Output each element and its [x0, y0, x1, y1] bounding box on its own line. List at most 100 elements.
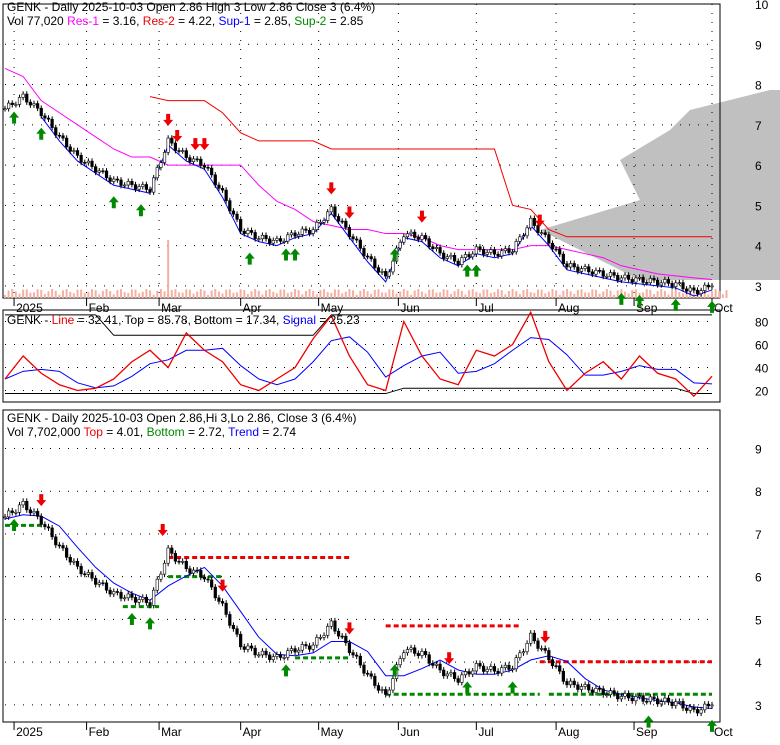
candle-body [130, 181, 134, 185]
volume-bar [40, 289, 43, 298]
candle-body [630, 279, 634, 283]
volume-bar [486, 289, 489, 298]
candle-body [634, 277, 638, 283]
candle-body [7, 510, 11, 518]
candle-body [57, 544, 61, 547]
candle-body [627, 274, 631, 280]
volume-bar [134, 289, 137, 298]
candle-body [474, 663, 478, 672]
volume-bar [678, 291, 681, 298]
volume-bar [112, 294, 115, 298]
candle-body [420, 651, 424, 656]
candle-body [166, 547, 170, 564]
candle-body [481, 665, 486, 672]
volume-bar [330, 292, 333, 298]
volume-bar [210, 290, 213, 298]
candle-body [112, 591, 116, 595]
volume-bar [47, 291, 50, 298]
candle-body [594, 688, 598, 693]
volume-bar [377, 289, 380, 298]
candle-body [83, 573, 87, 576]
volume-bar [507, 290, 510, 298]
volume-bar [91, 289, 94, 298]
candle-body [54, 127, 58, 136]
candle-body [685, 288, 689, 292]
volume-bar [105, 289, 108, 298]
candle-body [442, 669, 446, 677]
volume-bar [341, 293, 344, 298]
candle-body [322, 635, 326, 638]
candle-body [300, 644, 304, 651]
volume-bar [43, 294, 46, 298]
candle-body [579, 686, 584, 690]
volume-bar [569, 291, 572, 298]
volume-bar [236, 292, 239, 298]
y-tick-label: 8 [755, 485, 762, 499]
candle-body [438, 247, 442, 254]
volume-bar [544, 293, 547, 298]
volume-bar [631, 289, 634, 298]
candle-body [358, 239, 362, 249]
candle-body [152, 177, 156, 193]
volume-bar [261, 294, 264, 298]
candle-body [623, 693, 627, 697]
candle-body [315, 222, 319, 230]
candle-body [188, 568, 192, 574]
volume-bar [120, 289, 123, 298]
volume-bar [714, 289, 717, 298]
candle-body [10, 102, 14, 106]
volume-bar [221, 293, 224, 298]
volume-bar [660, 289, 663, 298]
trend-line [4, 514, 713, 709]
volume-bar [634, 289, 637, 298]
candle-body [427, 654, 431, 664]
volume-bar [362, 289, 365, 298]
volume-bar [188, 289, 191, 298]
candle-body [97, 170, 101, 173]
volume-bar [442, 289, 445, 298]
candle-body [344, 220, 348, 228]
candle-body [304, 644, 308, 647]
candle-body [500, 250, 504, 257]
candle-body [333, 206, 337, 217]
top-value: = 4.01, [102, 425, 147, 439]
volume-bar [333, 289, 336, 298]
bottom-label: Bottom [146, 425, 185, 439]
volume-bar [98, 294, 101, 298]
candle-body [195, 569, 199, 572]
candle-body [25, 500, 29, 511]
buy-arrow-icon [471, 264, 482, 277]
top-label: Top [83, 425, 103, 439]
candle-body [275, 238, 279, 241]
candle-body [119, 592, 123, 599]
sell-arrow-icon [36, 494, 47, 507]
volume-bar [65, 289, 68, 298]
panel3-legend: Vol 7,702,000 Top = 4.01, Bottom = 2.72,… [7, 425, 296, 439]
volume-bar [163, 291, 166, 298]
candle-body [387, 271, 391, 277]
candle-body [568, 680, 573, 686]
stock-chart: 10 9 8 7 6 5 4 3 80 60 40 20 9 8 7 6 5 4 3 2025 2025 Feb Feb Ma… [0, 0, 780, 745]
volume-bar [181, 292, 184, 298]
buy-arrow-icon [108, 196, 119, 209]
volume-bar [457, 289, 460, 298]
candle-body [50, 118, 54, 128]
candle-body [656, 279, 660, 286]
candle-body [246, 230, 250, 234]
candle-body [648, 696, 652, 702]
candle-body [467, 254, 471, 258]
candle-body [598, 270, 602, 272]
volume-bar [446, 289, 449, 298]
candle-body [104, 170, 109, 179]
volume-bar [649, 289, 652, 298]
volume-bar [594, 289, 597, 298]
candle-body [674, 282, 678, 287]
volume-bar [294, 289, 297, 298]
candle-body [329, 206, 333, 213]
panel-frame-3 [2, 409, 721, 723]
volume-bar [308, 289, 311, 298]
x-tick-label: Feb [89, 725, 110, 739]
candle-body [652, 696, 656, 700]
volume-bar [468, 290, 471, 298]
candle-body [307, 645, 312, 650]
